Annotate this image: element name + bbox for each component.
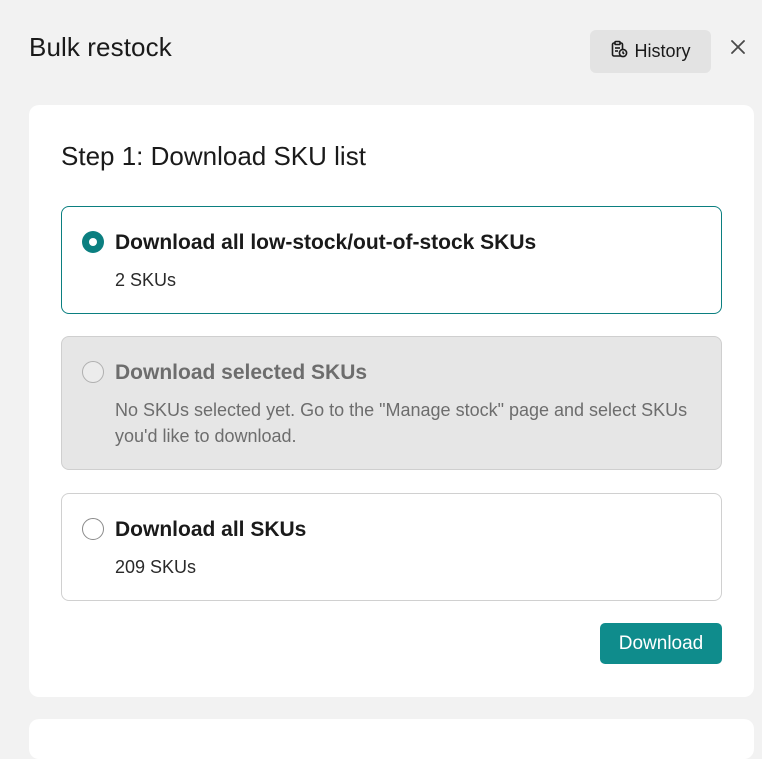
option-label: Download all low-stock/out-of-stock SKUs: [115, 231, 537, 254]
option-description: No SKUs selected yet. Go to the "Manage …: [115, 400, 688, 446]
step2-card: [29, 719, 754, 759]
radio-selected-skus: [82, 361, 104, 383]
history-icon: [610, 40, 628, 63]
dialog-title: Bulk restock: [29, 32, 172, 62]
close-icon: [731, 39, 745, 59]
radio-all-skus[interactable]: [82, 518, 104, 540]
option-all-skus[interactable]: Download all SKUs 209 SKUs: [61, 493, 722, 601]
dialog-header: Bulk restock History: [0, 0, 762, 100]
option-label: Download all SKUs: [115, 518, 307, 541]
download-button[interactable]: Download: [600, 623, 722, 664]
option-count: 209 SKUs: [115, 557, 197, 577]
option-label: Download selected SKUs: [115, 361, 368, 384]
step1-card: Step 1: Download SKU list Download all l…: [29, 105, 754, 697]
option-count: 2 SKUs: [115, 270, 177, 290]
radio-low-stock[interactable]: [82, 231, 104, 253]
option-low-stock[interactable]: Download all low-stock/out-of-stock SKUs…: [61, 206, 722, 314]
option-selected-skus: Download selected SKUs No SKUs selected …: [61, 336, 722, 470]
history-button[interactable]: History: [590, 30, 711, 73]
history-label: History: [634, 41, 691, 61]
step-title: Step 1: Download SKU list: [61, 141, 366, 171]
close-button[interactable]: [727, 38, 749, 60]
